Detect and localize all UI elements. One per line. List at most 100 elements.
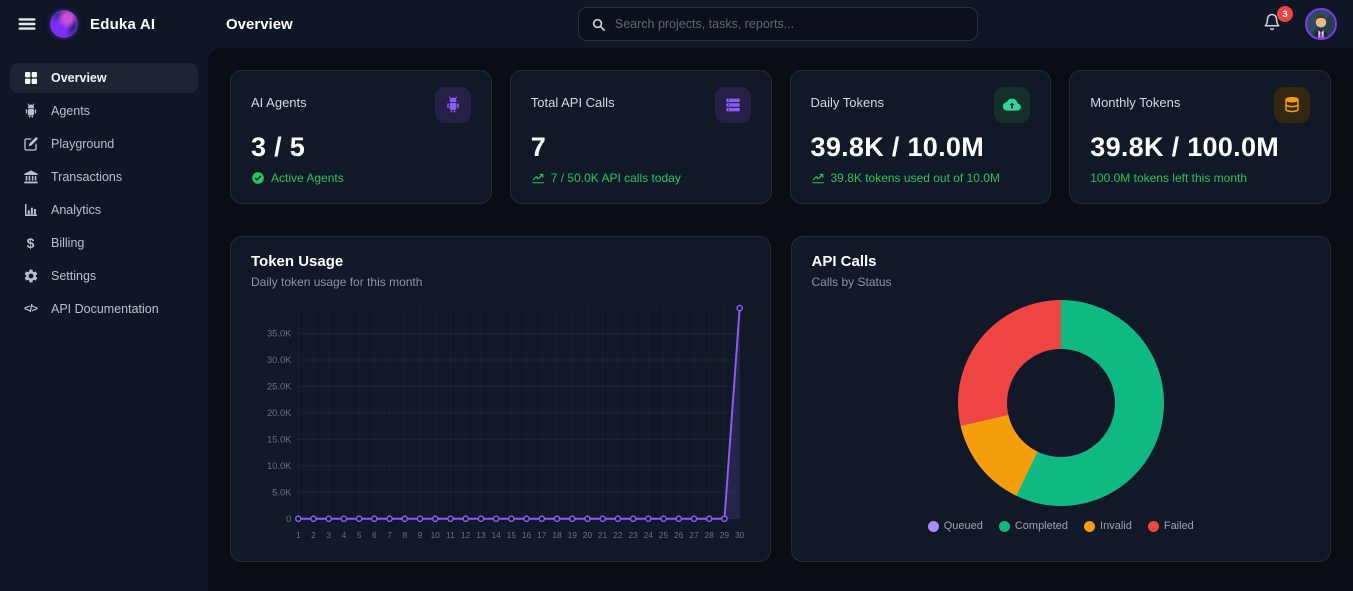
svg-text:22: 22 xyxy=(613,530,623,540)
svg-text:2: 2 xyxy=(311,530,316,540)
donut-hole xyxy=(1007,349,1115,457)
token-usage-title: Token Usage xyxy=(251,253,750,270)
legend-dot xyxy=(1148,521,1159,532)
page-title: Overview xyxy=(226,16,293,33)
svg-text:20.0K: 20.0K xyxy=(267,408,292,419)
svg-text:14: 14 xyxy=(491,530,501,540)
token-usage-card: Token Usage Daily token usage for this m… xyxy=(230,236,771,562)
svg-text:25.0K: 25.0K xyxy=(267,381,292,392)
legend-item-queued: Queued xyxy=(928,520,983,532)
stat-label: Daily Tokens xyxy=(811,95,884,110)
svg-text:5: 5 xyxy=(357,530,362,540)
svg-text:27: 27 xyxy=(689,530,699,540)
legend-dot xyxy=(928,521,939,532)
token-usage-chart: 05.0K10.0K15.0K20.0K25.0K30.0K35.0K12345… xyxy=(251,299,750,545)
svg-text:10: 10 xyxy=(431,530,441,540)
check-circle-icon xyxy=(251,171,265,185)
sidebar-item-playground[interactable]: Playground xyxy=(10,129,198,159)
stat-card-total-api-calls: Total API Calls77 / 50.0K API calls toda… xyxy=(510,70,772,204)
stat-subtext-label: 100.0M tokens left this month xyxy=(1090,171,1247,185)
stat-subtext: 39.8K tokens used out of 10.0M xyxy=(811,171,1031,185)
grid-icon xyxy=(22,70,39,87)
sidebar-item-settings[interactable]: Settings xyxy=(10,261,198,291)
main-content: AI Agents3 / 5Active AgentsTotal API Cal… xyxy=(208,48,1353,591)
menu-icon[interactable] xyxy=(16,13,38,35)
sidebar-item-analytics[interactable]: Analytics xyxy=(10,195,198,225)
stat-subtext: Active Agents xyxy=(251,171,471,185)
svg-text:7: 7 xyxy=(387,530,392,540)
svg-text:10.0K: 10.0K xyxy=(267,461,292,472)
database-icon xyxy=(1274,87,1310,123)
api-calls-chart: Queued Completed Invalid Failed xyxy=(812,289,1311,545)
sidebar-item-billing[interactable]: $Billing xyxy=(10,228,198,258)
app-logo xyxy=(50,10,78,38)
code-icon: </> xyxy=(22,301,39,318)
stat-value: 39.8K / 10.0M xyxy=(811,132,1031,163)
legend-label: Failed xyxy=(1164,520,1194,532)
notification-badge: 3 xyxy=(1277,6,1293,22)
svg-text:1: 1 xyxy=(296,530,301,540)
line-chart-svg: 05.0K10.0K15.0K20.0K25.0K30.0K35.0K12345… xyxy=(251,299,750,545)
legend-item-failed: Failed xyxy=(1148,520,1194,532)
stat-card-monthly-tokens: Monthly Tokens39.8K / 100.0M100.0M token… xyxy=(1069,70,1331,204)
svg-text:29: 29 xyxy=(720,530,730,540)
svg-text:25: 25 xyxy=(659,530,669,540)
charts-row: Token Usage Daily token usage for this m… xyxy=(230,236,1331,562)
avatar[interactable] xyxy=(1305,8,1337,40)
sidebar-item-overview[interactable]: Overview xyxy=(10,63,198,93)
stat-card-grid: AI Agents3 / 5Active AgentsTotal API Cal… xyxy=(230,70,1331,204)
stat-card-daily-tokens: Daily Tokens 39.8K / 10.0M 39.8K tokens us… xyxy=(790,70,1052,204)
token-usage-subtitle: Daily token usage for this month xyxy=(251,275,750,289)
search-input[interactable] xyxy=(615,17,965,31)
svg-text:20: 20 xyxy=(583,530,593,540)
bar-chart-icon xyxy=(22,202,39,219)
svg-text:23: 23 xyxy=(628,530,638,540)
sidebar-item-api-documentation[interactable]: </> API Documentation xyxy=(10,294,198,324)
app-title: Eduka AI xyxy=(90,16,155,33)
stat-value: 39.8K / 100.0M xyxy=(1090,132,1310,163)
stat-label: Total API Calls xyxy=(531,95,615,110)
sidebar-item-agents[interactable]: Agents xyxy=(10,96,198,126)
sidebar: Overview Agents Playground Transactions Anal… xyxy=(0,48,208,591)
legend-dot xyxy=(1084,521,1095,532)
stat-subtext: 7 / 50.0K API calls today xyxy=(531,171,751,185)
svg-text:35.0K: 35.0K xyxy=(267,328,292,339)
svg-text:15: 15 xyxy=(507,530,517,540)
topbar: Eduka AI Overview 3 xyxy=(0,0,1353,48)
app-window: Eduka AI Overview 3 xyxy=(0,0,1353,591)
trending-up-icon xyxy=(531,171,545,185)
svg-text:4: 4 xyxy=(342,530,347,540)
sidebar-item-label: Transactions xyxy=(51,170,122,184)
svg-text:26: 26 xyxy=(674,530,684,540)
server-icon xyxy=(715,87,751,123)
trending-up-icon xyxy=(811,171,825,185)
sidebar-item-label: Overview xyxy=(51,71,107,85)
stat-subtext-label: Active Agents xyxy=(271,171,344,185)
svg-text:5.0K: 5.0K xyxy=(272,487,292,498)
sidebar-item-transactions[interactable]: Transactions xyxy=(10,162,198,192)
edit-icon xyxy=(22,136,39,153)
avatar-image xyxy=(1307,10,1335,38)
svg-text:24: 24 xyxy=(644,530,654,540)
api-calls-subtitle: Calls by Status xyxy=(812,275,1311,289)
legend-item-completed: Completed xyxy=(999,520,1068,532)
robot-icon xyxy=(22,103,39,120)
donut-chart xyxy=(958,300,1164,506)
svg-text:8: 8 xyxy=(402,530,407,540)
search-icon xyxy=(591,17,606,32)
svg-text:3: 3 xyxy=(326,530,331,540)
sidebar-item-label: Analytics xyxy=(51,203,101,217)
sidebar-item-label: API Documentation xyxy=(51,302,159,316)
stat-label: AI Agents xyxy=(251,95,307,110)
search-box[interactable] xyxy=(578,7,978,41)
svg-text:21: 21 xyxy=(598,530,608,540)
sidebar-item-label: Billing xyxy=(51,236,84,250)
svg-text:11: 11 xyxy=(446,530,455,540)
sidebar-item-label: Playground xyxy=(51,137,114,151)
legend-item-invalid: Invalid xyxy=(1084,520,1132,532)
notifications-button[interactable]: 3 xyxy=(1263,13,1285,35)
svg-text:6: 6 xyxy=(372,530,377,540)
svg-text:19: 19 xyxy=(568,530,578,540)
api-calls-title: API Calls xyxy=(812,253,1311,270)
svg-text:13: 13 xyxy=(476,530,486,540)
